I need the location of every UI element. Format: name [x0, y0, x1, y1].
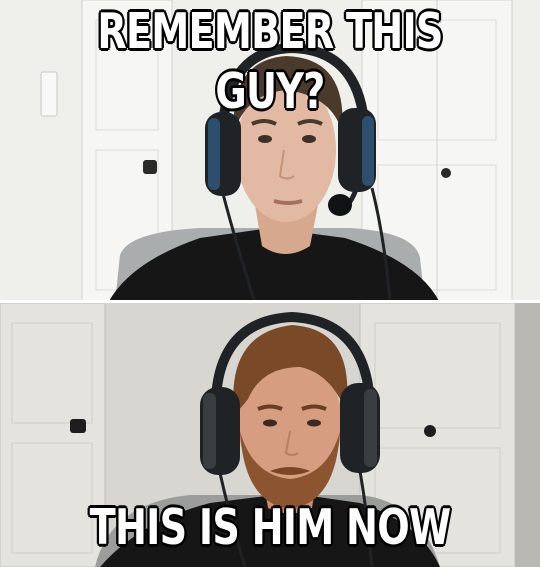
mouth: [273, 199, 303, 205]
eye: [263, 419, 277, 427]
eye: [307, 419, 321, 427]
bottom-caption: THIS IS HIM NOW: [89, 499, 451, 556]
light-switch: [40, 71, 58, 117]
meme-image: REMEMBER THIS GUY? THIS IS HIM NOW: [0, 0, 540, 567]
wall-edge: [515, 303, 540, 567]
eye: [302, 135, 316, 143]
eye: [258, 135, 272, 143]
top-caption: REMEMBER THIS GUY?: [97, 3, 443, 120]
